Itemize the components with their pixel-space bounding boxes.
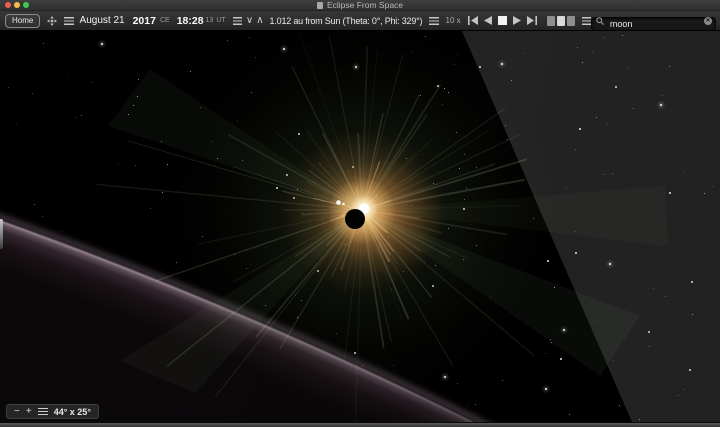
toolbar: Home August 21 2017 CE 18:28 13 UT ∨ ∧ 1…	[0, 11, 720, 31]
search-icon	[596, 17, 604, 25]
skip-to-end-button[interactable]	[527, 16, 537, 25]
fov-statusbar: − + 44° x 25°	[6, 404, 99, 419]
fov-readout: 44° x 25°	[54, 407, 91, 417]
zoom-out-button[interactable]: −	[14, 406, 20, 418]
time-display[interactable]: 18:28	[177, 15, 204, 27]
search-box: ✕	[591, 14, 716, 28]
play-forward-button[interactable]	[513, 16, 521, 25]
step-up-button[interactable]: ∧	[256, 15, 263, 26]
step-down-button[interactable]: ∨	[246, 15, 253, 26]
bright-star-near-sun	[336, 200, 341, 205]
center-panel-icon	[557, 16, 565, 26]
playback-controls	[468, 16, 537, 25]
date-menu-icon[interactable]	[64, 17, 73, 25]
window-title: Eclipse From Space	[327, 0, 403, 10]
era-label: CE	[160, 17, 170, 24]
zoom-in-button[interactable]: +	[26, 406, 32, 418]
timezone-label: UT	[216, 17, 225, 24]
fov-menu-icon[interactable]	[38, 408, 48, 415]
navigation-pad-icon[interactable]	[47, 15, 57, 27]
skip-to-start-button[interactable]	[468, 16, 478, 25]
left-panel-icon	[547, 16, 555, 26]
eclipse-scene	[0, 31, 720, 422]
left-drawer-handle[interactable]	[0, 219, 3, 249]
time-rate-display[interactable]: 10 x	[446, 16, 461, 25]
panel-layout-button[interactable]	[547, 16, 575, 26]
search-input[interactable]	[591, 17, 716, 31]
year-display[interactable]: 2017	[133, 15, 156, 27]
sky-viewport[interactable]: − + 44° x 25°	[0, 31, 720, 422]
titlebar: Eclipse From Space	[0, 0, 720, 11]
app-window: Eclipse From Space Home August 21 2017 C…	[0, 0, 720, 427]
time-menu-icon[interactable]	[233, 17, 242, 25]
position-readout: 1.012 au from Sun (Theta: 0°, Phi: 329°)	[270, 16, 423, 26]
right-panel-icon	[567, 16, 575, 26]
window-bottom-edge	[0, 422, 720, 427]
search-menu-icon[interactable]	[582, 17, 591, 25]
moon-disc[interactable]	[345, 209, 365, 229]
companion-star-near-sun	[342, 203, 345, 206]
sun-corona	[97, 31, 668, 422]
stop-button[interactable]	[498, 16, 507, 25]
rate-menu-icon[interactable]	[429, 17, 438, 25]
date-display[interactable]: August 21	[80, 15, 125, 26]
document-icon	[317, 2, 323, 9]
time-seconds: 13	[206, 17, 214, 24]
clear-search-icon[interactable]: ✕	[704, 17, 712, 25]
play-backward-button[interactable]	[484, 16, 492, 25]
home-button[interactable]: Home	[5, 14, 40, 28]
